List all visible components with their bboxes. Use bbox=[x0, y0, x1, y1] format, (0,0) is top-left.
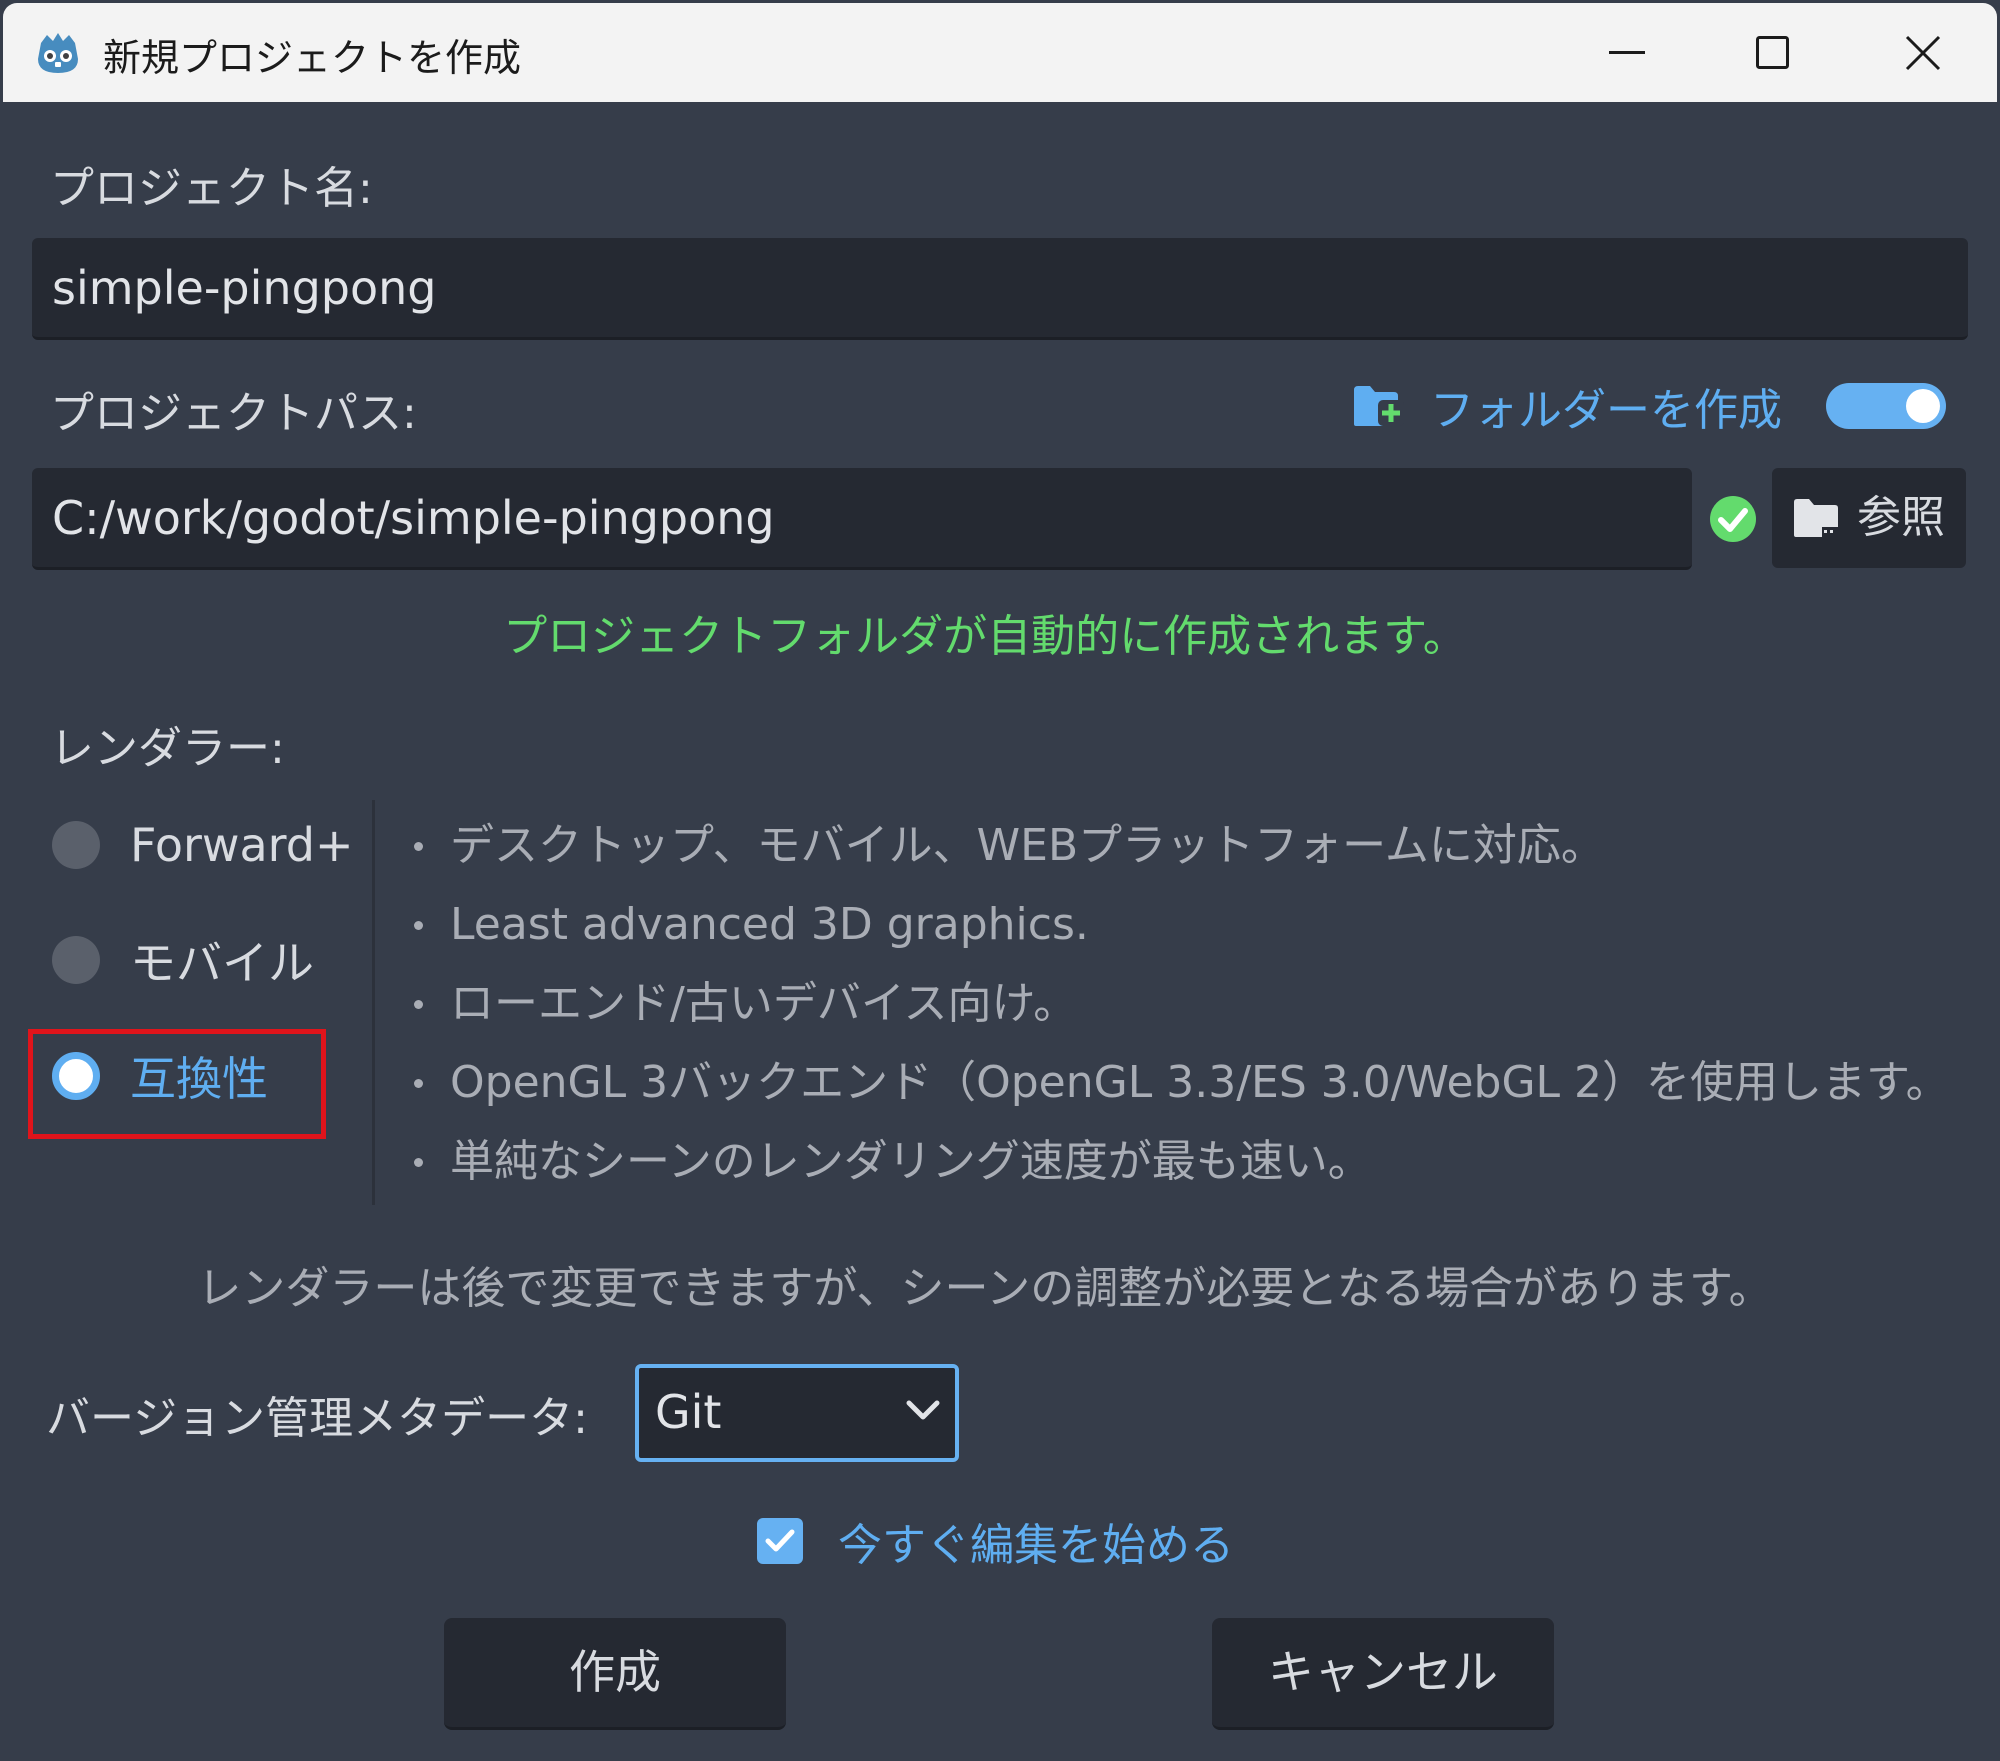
description-item: 単純なシーンのレンダリング速度が最も速い。 bbox=[410, 1131, 1950, 1210]
minimize-button[interactable] bbox=[1567, 3, 1687, 102]
window-title: 新規プロジェクトを作成 bbox=[103, 36, 522, 80]
close-button[interactable] bbox=[1863, 3, 1983, 102]
renderer-label: レンダラー: bbox=[50, 723, 285, 774]
description-item: ローエンド/古いデバイス向け。 bbox=[410, 973, 1950, 1052]
edit-now-label: 今すぐ編集を始める bbox=[838, 1520, 1234, 1571]
vcs-label: バージョン管理メタデータ: bbox=[46, 1393, 588, 1444]
project-path-input[interactable]: C:/work/godot/simple-pingpong bbox=[32, 468, 1692, 570]
create-folder-option: フォルダーを作成 bbox=[1352, 378, 1782, 436]
title-bar: 新規プロジェクトを作成 bbox=[3, 3, 1997, 102]
renderer-description-list: デスクトップ、モバイル、WEBプラットフォームに対応。 Least advanc… bbox=[410, 815, 1950, 1210]
check-circle-icon bbox=[1710, 496, 1756, 542]
browse-label: 参照 bbox=[1857, 492, 1945, 543]
maximize-icon bbox=[1756, 35, 1789, 69]
create-folder-label: フォルダーを作成 bbox=[1430, 385, 1782, 436]
create-folder-toggle[interactable] bbox=[1826, 383, 1946, 429]
edit-now-option[interactable]: 今すぐ編集を始める bbox=[757, 1509, 1234, 1573]
renderer-note: レンダラーは後で変更できますが、シーンの調整が必要となる場合があります。 bbox=[197, 1263, 1773, 1314]
maximize-button[interactable] bbox=[1713, 3, 1833, 102]
create-project-dialog: 新規プロジェクトを作成 プロジェクト名: simple-pingpong プロジ… bbox=[0, 0, 2000, 1761]
renderer-option-label: Forward+ bbox=[130, 818, 354, 872]
description-item: Least advanced 3D graphics. bbox=[410, 894, 1950, 973]
browse-button[interactable]: 参照 bbox=[1772, 468, 1966, 568]
chevron-down-icon bbox=[906, 1400, 940, 1420]
renderer-option-mobile[interactable]: モバイル bbox=[52, 925, 314, 995]
folder-add-icon bbox=[1354, 386, 1404, 426]
radio-button[interactable] bbox=[52, 821, 100, 869]
folder-icon bbox=[1794, 499, 1838, 537]
divider bbox=[372, 800, 375, 1205]
godot-logo-icon bbox=[38, 33, 78, 73]
radio-button[interactable] bbox=[52, 936, 100, 984]
path-status-message: プロジェクトフォルダが自動的に作成されます。 bbox=[503, 611, 1467, 662]
description-item: デスクトップ、モバイル、WEBプラットフォームに対応。 bbox=[410, 815, 1950, 894]
project-name-value: simple-pingpong bbox=[52, 261, 437, 315]
renderer-option-forward-plus[interactable]: Forward+ bbox=[52, 810, 354, 880]
close-icon bbox=[1905, 35, 1941, 70]
edit-now-checkbox[interactable] bbox=[757, 1518, 803, 1564]
vcs-select[interactable]: Git bbox=[635, 1364, 959, 1462]
vcs-selected-value: Git bbox=[655, 1385, 722, 1439]
create-button[interactable]: 作成 bbox=[444, 1618, 786, 1730]
cancel-button[interactable]: キャンセル bbox=[1212, 1618, 1554, 1730]
checkmark-icon bbox=[765, 1529, 795, 1552]
project-path-value: C:/work/godot/simple-pingpong bbox=[52, 491, 775, 545]
project-path-label: プロジェクトパス: bbox=[50, 388, 417, 439]
selection-highlight-box bbox=[28, 1029, 326, 1139]
minimize-icon bbox=[1609, 50, 1645, 54]
description-item: OpenGL 3バックエンド（OpenGL 3.3/ES 3.0/WebGL 2… bbox=[410, 1052, 1950, 1131]
project-name-input[interactable]: simple-pingpong bbox=[32, 238, 1968, 340]
renderer-option-label: モバイル bbox=[130, 936, 314, 990]
project-name-label: プロジェクト名: bbox=[50, 163, 373, 214]
toggle-knob bbox=[1906, 389, 1940, 423]
